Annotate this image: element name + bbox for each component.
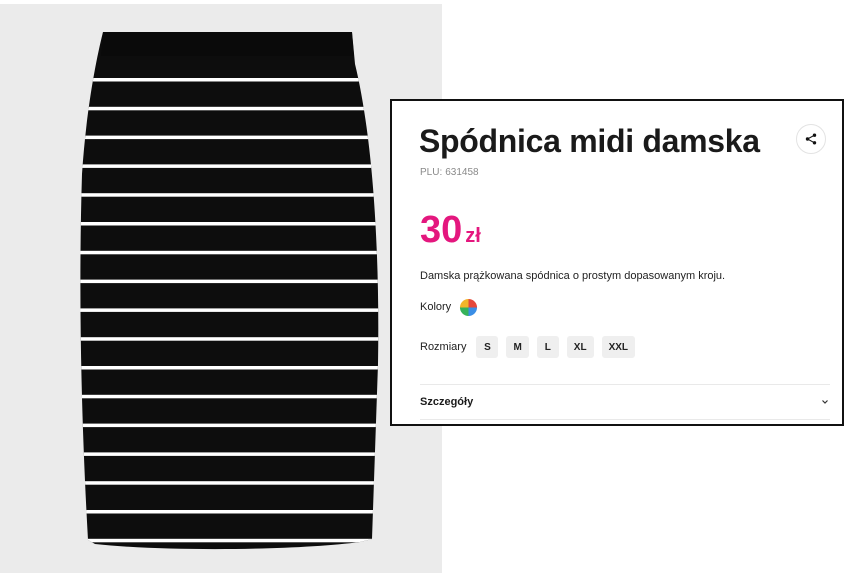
colors-label: Kolory [420, 301, 452, 313]
plu-value: 631458 [445, 167, 479, 178]
product-image[interactable] [0, 4, 442, 573]
share-button[interactable] [796, 124, 826, 154]
skirt-stripe [80, 510, 379, 514]
price-currency: zł [465, 225, 481, 247]
skirt-stripe [80, 135, 379, 140]
skirt-stripe [80, 164, 379, 168]
details-label: Szczegóły [420, 396, 474, 408]
size-option-l[interactable]: L [536, 336, 559, 358]
size-option-xxl[interactable]: XXL [601, 336, 636, 358]
skirt-stripe [80, 193, 379, 197]
skirt-stripe [80, 250, 379, 255]
skirt-stripe [80, 279, 379, 284]
product-price: 30 zł [420, 209, 481, 252]
skirt-stripe [80, 366, 379, 370]
multicolor-swatch-icon[interactable] [459, 298, 478, 317]
skirt-stripe [80, 78, 379, 82]
product-title: Spódnica midi damska [419, 123, 760, 159]
product-info-card: Spódnica midi damska PLU: 631458 30 zł Dam… [390, 99, 844, 426]
skirt-stripe [80, 308, 379, 312]
skirt-stripe [80, 452, 379, 456]
product-description: Damska prążkowana spódnica o prostym dop… [420, 270, 726, 282]
divider [420, 419, 830, 420]
skirt-stripe [80, 337, 379, 341]
plu-label: PLU: [420, 167, 443, 178]
details-accordion[interactable]: Szczegóły [420, 385, 830, 419]
skirt-stripe [80, 222, 379, 226]
striped-skirt-illustration [80, 32, 379, 550]
sizes-label: Rozmiary [420, 341, 467, 353]
skirt-stripe [80, 423, 379, 428]
skirt-stripe [80, 481, 379, 485]
size-option-m[interactable]: M [506, 336, 529, 358]
chevron-down-icon [822, 400, 828, 404]
product-plu: PLU: 631458 [420, 167, 479, 178]
size-option-xl[interactable]: XL [566, 336, 594, 358]
price-amount: 30 [420, 209, 463, 251]
colors-row: Kolory [420, 297, 478, 317]
sizes-row: Rozmiary S M L XL XXL [420, 336, 643, 358]
skirt-stripe [80, 394, 379, 399]
skirt-stripe [80, 538, 379, 543]
size-option-s[interactable]: S [476, 336, 499, 358]
skirt-stripe [80, 106, 379, 111]
share-icon [805, 133, 817, 145]
